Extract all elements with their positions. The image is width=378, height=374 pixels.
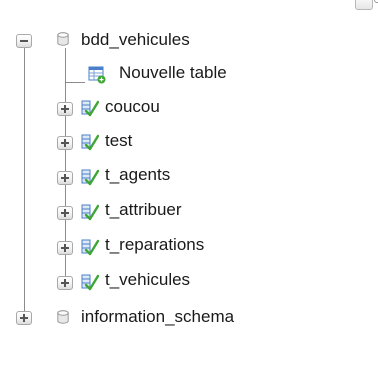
tree-connector (24, 48, 25, 312)
corner-control[interactable] (355, 0, 373, 10)
table-icon (81, 273, 99, 291)
expand-icon[interactable] (57, 171, 73, 185)
expand-icon[interactable] (57, 241, 73, 255)
corner-glyph-icon (374, 0, 378, 3)
collapse-icon[interactable] (16, 34, 32, 48)
database-name[interactable]: information_schema (81, 307, 234, 327)
table-name[interactable]: t_attribuer (105, 200, 182, 220)
table-icon (81, 203, 99, 221)
table-name[interactable]: test (105, 131, 132, 151)
table-name[interactable]: t_reparations (105, 235, 204, 255)
expand-icon[interactable] (57, 206, 73, 220)
table-icon (81, 99, 99, 117)
table-name[interactable]: t_agents (105, 165, 170, 185)
table-icon (81, 168, 99, 186)
table-icon (81, 133, 99, 151)
navigation-tree: bdd_vehicules Nouvelle table coucou test… (0, 0, 378, 374)
expand-icon[interactable] (57, 102, 73, 116)
expand-icon[interactable] (16, 311, 32, 325)
new-table-icon (88, 66, 106, 84)
table-name[interactable]: t_vehicules (105, 270, 190, 290)
database-icon (57, 32, 69, 46)
database-icon (57, 310, 69, 324)
database-name[interactable]: bdd_vehicules (81, 30, 190, 50)
expand-icon[interactable] (57, 136, 73, 150)
new-table-link[interactable]: Nouvelle table (119, 63, 227, 83)
table-name[interactable]: coucou (105, 97, 160, 117)
expand-icon[interactable] (57, 276, 73, 290)
tree-connector (65, 82, 85, 83)
table-icon (81, 238, 99, 256)
